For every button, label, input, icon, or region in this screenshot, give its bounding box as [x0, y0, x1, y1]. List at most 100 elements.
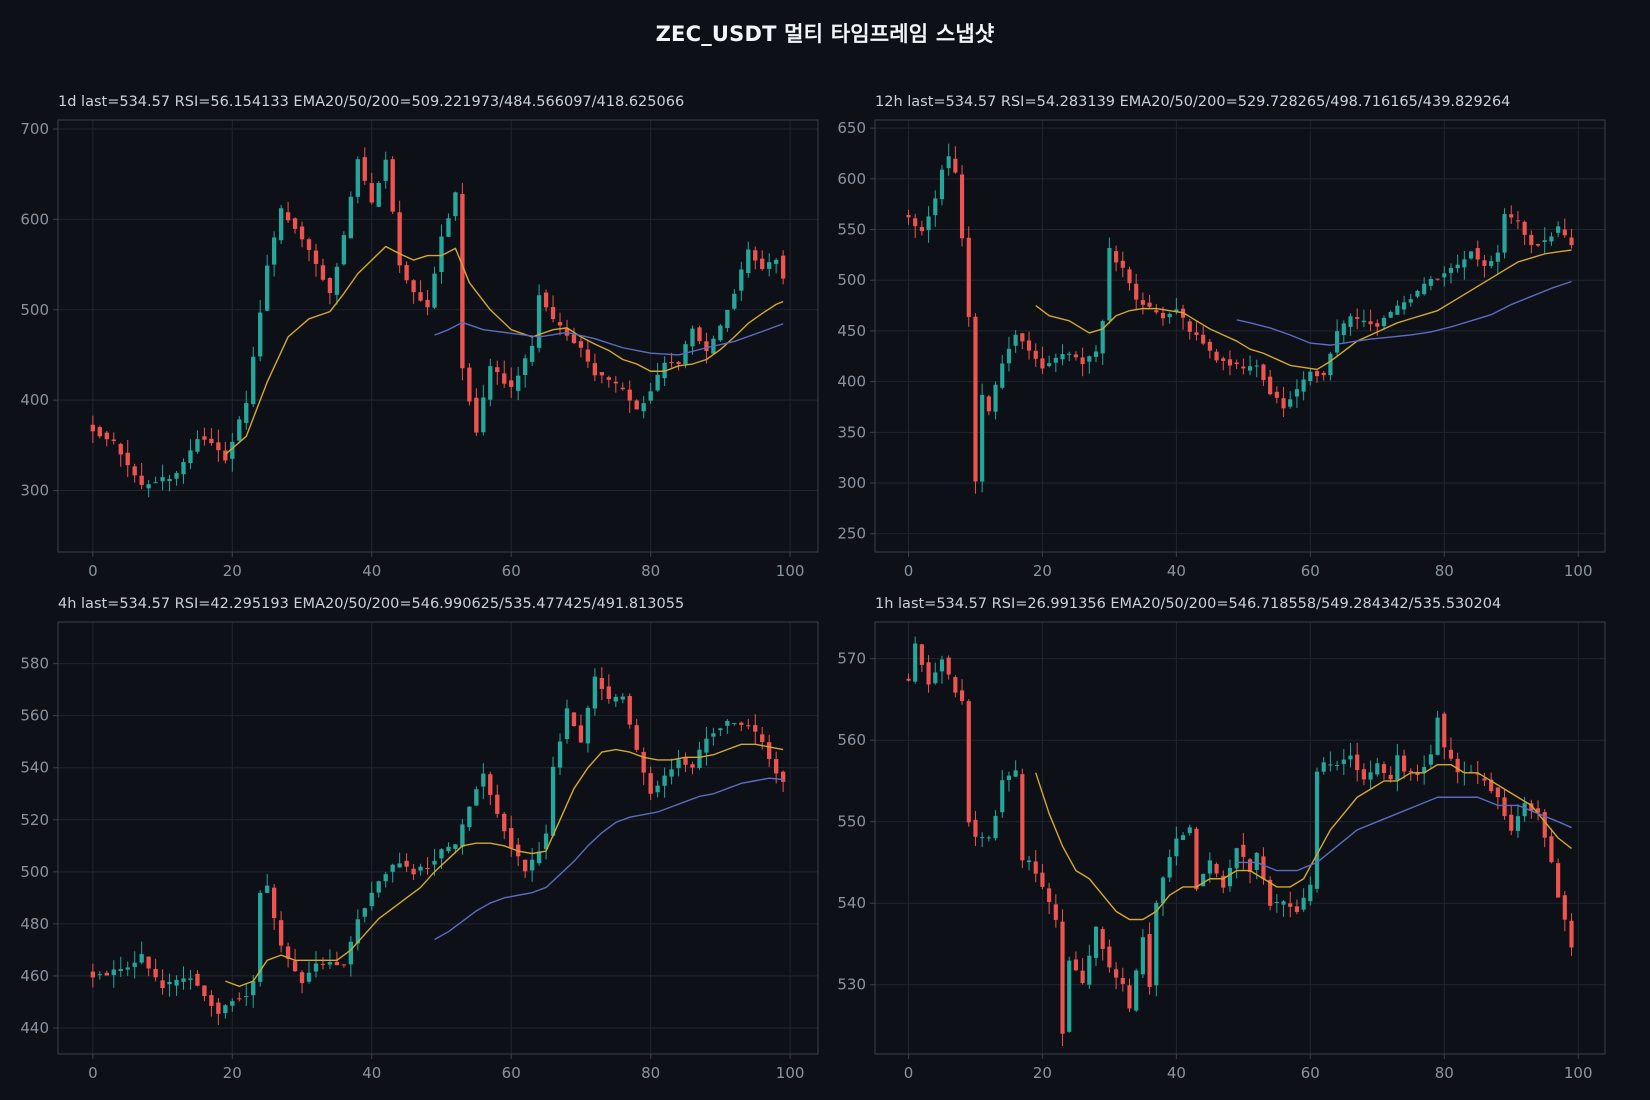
candle-body	[390, 864, 395, 872]
candle-body	[1241, 844, 1246, 857]
candle-body	[160, 477, 165, 482]
candle-body	[1515, 816, 1521, 831]
candle-body	[1268, 376, 1273, 395]
candle-body	[1067, 960, 1072, 1032]
candle-body	[1006, 775, 1012, 780]
candle-body	[1120, 977, 1125, 984]
plot-area	[875, 622, 1605, 1054]
candle-body	[980, 394, 985, 482]
candle-body	[1180, 835, 1186, 840]
y-tick-label: 440	[20, 1019, 49, 1037]
candle-body	[634, 400, 639, 410]
candle-body	[959, 174, 965, 239]
candle-body	[1047, 888, 1052, 903]
y-tick-label: 700	[20, 120, 49, 138]
candle-body	[1549, 836, 1554, 863]
candle-body	[265, 265, 270, 311]
candle-body	[1408, 299, 1413, 303]
candle-body	[557, 322, 563, 326]
candle-body	[355, 159, 360, 197]
candle-body	[244, 996, 249, 998]
candle-body	[516, 375, 521, 391]
candle-body	[1261, 364, 1266, 381]
candle-body	[1435, 717, 1440, 755]
candle-body	[986, 396, 991, 412]
candle-body	[550, 307, 556, 319]
candle-body	[648, 391, 653, 401]
candle-body	[973, 819, 978, 837]
candle-body	[1160, 877, 1166, 904]
candle	[966, 226, 971, 327]
candle	[237, 416, 242, 444]
candle-body	[467, 806, 472, 828]
candle-body	[481, 773, 486, 787]
x-tick-label: 40	[362, 562, 381, 580]
candle-body	[536, 851, 542, 864]
candle-body	[362, 908, 367, 917]
candle-body	[376, 881, 381, 893]
candle-body	[1174, 838, 1179, 857]
candle-body	[1442, 713, 1447, 748]
candlestick-chart-1d: 0 20 40 60 80 100 300 400 500 600 700	[20, 119, 819, 580]
candle	[1154, 900, 1159, 997]
candle-body	[1000, 363, 1005, 388]
x-tick-label: 20	[1033, 1064, 1052, 1082]
candle-body	[502, 373, 507, 384]
candle-body	[1482, 260, 1487, 266]
candle-body	[1335, 765, 1340, 767]
candle-body	[97, 427, 102, 437]
candle-body	[90, 424, 96, 432]
candle-body	[1475, 248, 1480, 260]
candle-body	[585, 707, 591, 744]
y-tick-label: 520	[20, 811, 49, 829]
candle-body	[1060, 921, 1065, 1034]
candle-body	[474, 397, 479, 433]
candle-body	[641, 751, 646, 773]
candle-body	[613, 696, 618, 702]
candlestick-chart-4h: 0 20 40 60 80 100 440 460 480 500 520 540 560 580	[20, 621, 819, 1082]
candle-body	[578, 725, 584, 743]
candle	[1556, 858, 1561, 898]
candle-body	[933, 672, 938, 684]
figure-title: ZEC_USDT 멀티 타임프레임 스냅샷	[655, 22, 995, 46]
x-tick-label: 60	[502, 562, 521, 580]
candle-body	[418, 866, 423, 871]
candle-body	[1395, 755, 1400, 781]
candle-body	[1448, 267, 1454, 273]
candle-body	[376, 182, 381, 207]
candle	[1314, 767, 1320, 893]
candle-body	[1428, 754, 1433, 765]
candle-body	[1381, 764, 1387, 773]
candle-body	[746, 725, 751, 727]
candle-body	[1489, 261, 1494, 266]
candle-body	[1026, 340, 1032, 351]
candle-body	[926, 216, 931, 231]
candle-body	[460, 194, 465, 369]
candle-body	[258, 312, 263, 357]
candle-body	[1274, 391, 1279, 398]
x-tick-label: 20	[1033, 562, 1052, 580]
candle-body	[1080, 970, 1085, 984]
candle-body	[1114, 251, 1119, 263]
candle-body	[676, 362, 681, 364]
candle-body	[502, 813, 507, 832]
candle-body	[251, 981, 256, 996]
candle	[1134, 968, 1139, 1013]
candle-body	[1408, 771, 1413, 773]
candle-body	[557, 741, 563, 768]
candle-body	[1308, 884, 1313, 902]
candle-body	[1134, 970, 1139, 1011]
candle-body	[1341, 759, 1346, 764]
candle-body	[313, 250, 319, 264]
candle-body	[1529, 234, 1534, 246]
candle	[348, 191, 354, 239]
candle-body	[1040, 358, 1045, 369]
candle-body	[669, 769, 674, 777]
candle-body	[1194, 332, 1199, 335]
candle-body	[564, 708, 570, 740]
candle-body	[1549, 236, 1554, 242]
candle-body	[1207, 341, 1212, 351]
candle-body	[973, 316, 978, 482]
candle-body	[425, 868, 430, 870]
candle-body	[1187, 827, 1192, 834]
